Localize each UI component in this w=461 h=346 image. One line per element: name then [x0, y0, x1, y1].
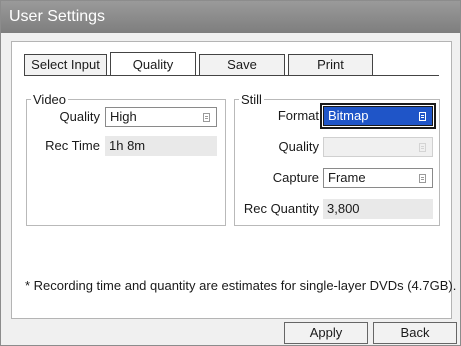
format-value: Bitmap — [328, 108, 369, 123]
dropdown-arrow-icon — [203, 113, 210, 122]
video-legend: Video — [31, 92, 69, 107]
settings-panel: Select Input Quality Save Print Video Qu… — [11, 41, 456, 319]
dropdown-arrow-icon — [419, 112, 426, 121]
user-settings-window: User Settings Select Input Quality Save … — [0, 0, 461, 346]
tab-select-input[interactable]: Select Input — [24, 54, 107, 76]
video-quality-value: High — [110, 109, 137, 124]
back-button[interactable]: Back — [373, 322, 457, 344]
tab-quality[interactable]: Quality — [110, 52, 196, 76]
still-group: Still Format Bitmap Quality Capture Fram… — [234, 92, 440, 226]
capture-select[interactable]: Frame — [323, 168, 433, 188]
window-title: User Settings — [1, 1, 460, 33]
video-quality-select[interactable]: High — [105, 107, 217, 127]
apply-button[interactable]: Apply — [284, 322, 368, 344]
still-quality-label: Quality — [278, 139, 319, 154]
tab-save[interactable]: Save — [199, 54, 285, 76]
rec-quantity-label: Rec Quantity — [243, 201, 319, 216]
video-quality-label: Quality — [59, 109, 100, 124]
tab-print[interactable]: Print — [288, 54, 373, 76]
rec-time-label: Rec Time — [45, 138, 100, 153]
estimate-note: * Recording time and quantity are estima… — [25, 278, 457, 293]
capture-label: Capture — [272, 170, 319, 185]
video-group: Video Quality High Rec Time 1h 8m — [26, 92, 226, 226]
format-select[interactable]: Bitmap — [320, 103, 436, 129]
rec-time-value: 1h 8m — [105, 136, 217, 156]
format-label: Format — [277, 108, 319, 123]
capture-value: Frame — [328, 170, 366, 185]
still-legend: Still — [239, 92, 264, 107]
dropdown-arrow-icon — [419, 174, 426, 183]
dropdown-arrow-icon — [419, 143, 426, 152]
tab-panel-divider — [24, 75, 439, 76]
rec-quantity-value: 3,800 — [323, 199, 433, 219]
still-quality-select — [323, 137, 433, 157]
